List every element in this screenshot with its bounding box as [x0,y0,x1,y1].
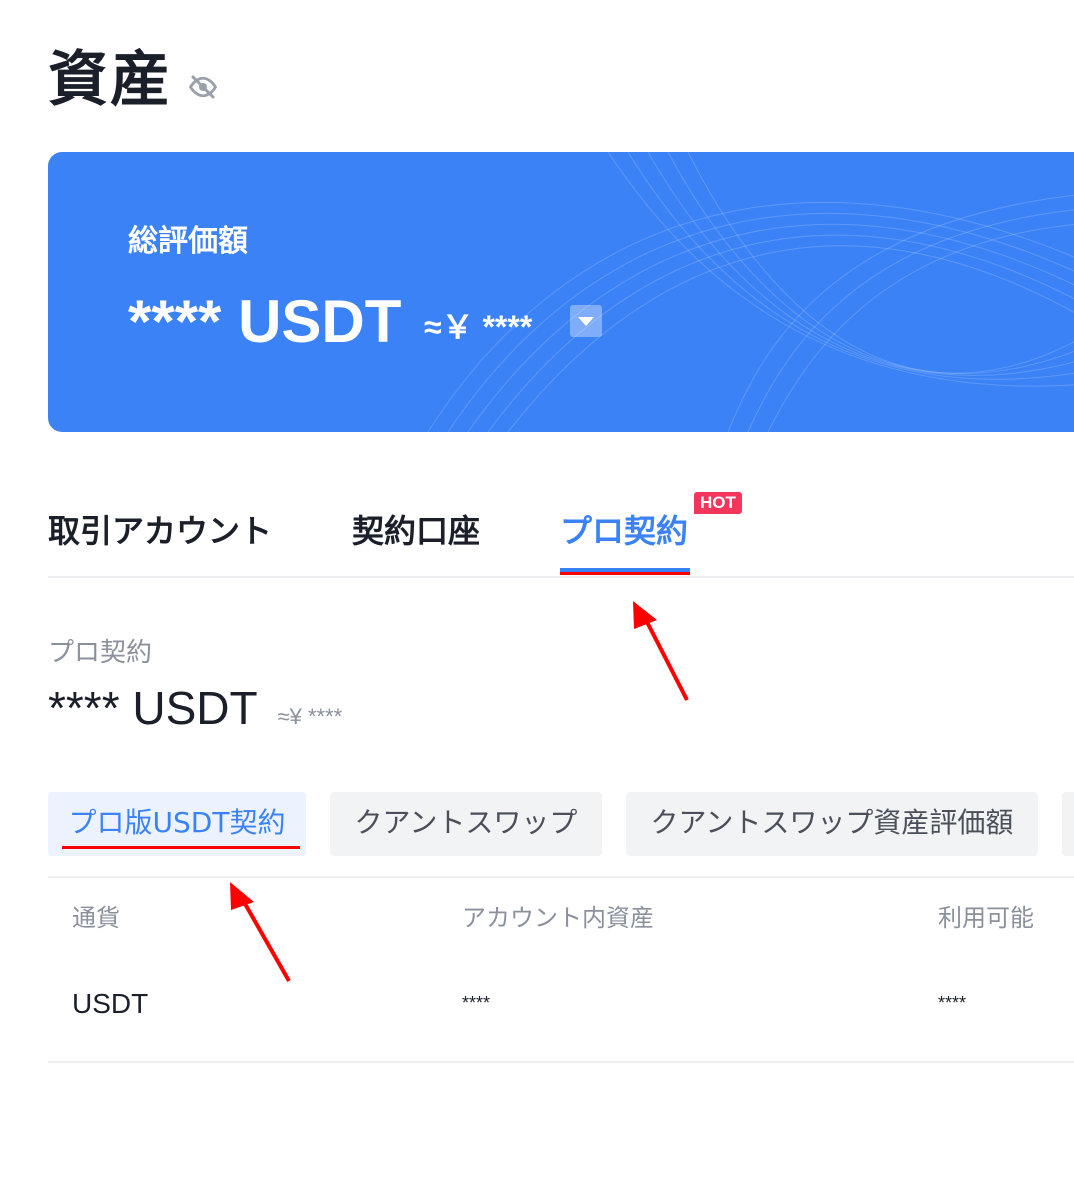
subtab-quant-swap-valuation[interactable]: クアントスワップ資産評価額 [626,792,1038,856]
subtab-more[interactable] [1062,792,1074,856]
annotation-underline [62,846,300,849]
total-valuation-label: 総評価額 [128,224,248,259]
column-header-available: 利用可能 [938,904,1034,932]
arrow-head [633,601,657,629]
column-header-currency: 通貨 [72,904,120,932]
tab-trading-account[interactable]: 取引アカウント [48,506,272,552]
total-valuation-approx: ≈￥ **** [424,309,533,345]
arrow-head [230,882,254,910]
column-header-account-assets: アカウント内資産 [462,904,654,932]
cell-available: **** [938,993,967,1013]
arrow-line [644,619,689,701]
section-amount-row: **** USDT ≈¥ **** [48,680,342,745]
total-valuation-amount: **** USDT [128,288,402,355]
total-valuation-card: 総評価額 **** USDT ≈￥ **** [48,152,1074,432]
page-title: 資産 [48,45,172,115]
tab-contract-account[interactable]: 契約口座 [352,506,480,552]
account-tabs: 取引アカウント 契約口座 プロ契約 HOT [48,492,1074,578]
subtab-quant-swap[interactable]: クアントスワップ [330,792,602,856]
divider [48,876,1074,878]
tab-pro-contract[interactable]: プロ契約 [560,506,688,552]
hot-badge: HOT [694,492,742,514]
caret-down-icon[interactable] [570,305,602,337]
arrow-line [242,901,291,982]
eye-off-icon[interactable] [188,72,218,102]
divider [48,1061,1074,1063]
section-amount: **** USDT [48,682,257,734]
annotation-underline [560,572,690,575]
cell-currency: USDT [72,988,149,1019]
cell-account-assets: **** [462,993,491,1013]
section-label: プロ契約 [48,638,153,668]
section-approx: ≈¥ **** [277,704,343,729]
